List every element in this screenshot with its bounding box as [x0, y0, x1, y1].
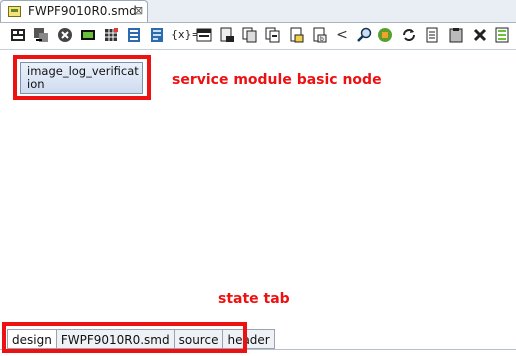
module-icon[interactable]: [80, 27, 96, 43]
doc-key-icon[interactable]: [289, 27, 305, 43]
table-icon[interactable]: [126, 27, 142, 43]
paste-icon[interactable]: [448, 27, 464, 43]
properties-icon[interactable]: [494, 27, 510, 43]
toolbar: {x}= b <: [0, 23, 516, 50]
search-icon[interactable]: [356, 27, 372, 43]
doc-out-icon[interactable]: [219, 27, 235, 43]
tab-smd[interactable]: FWPF9010R0.smd: [56, 329, 175, 349]
flow-icon[interactable]: [33, 27, 49, 43]
grid-icon[interactable]: [103, 27, 119, 43]
refresh-icon[interactable]: [377, 27, 393, 43]
new-node-icon[interactable]: [10, 27, 26, 43]
close-icon[interactable]: ⊠: [134, 4, 143, 17]
delete-icon[interactable]: [472, 27, 488, 43]
smd-file-icon: [8, 6, 21, 17]
doc-var-icon[interactable]: b: [312, 27, 328, 43]
node-label: image_log_verification: [27, 64, 139, 91]
state-tabs: design FWPF9010R0.smd source header: [7, 329, 275, 349]
stop-icon[interactable]: [57, 27, 73, 43]
doc-in-icon[interactable]: [265, 27, 281, 43]
back-icon[interactable]: <: [334, 27, 350, 43]
sync-icon[interactable]: [401, 27, 417, 43]
editor-tab-title: FWPF9010R0.smd: [28, 4, 137, 18]
bottom-divider: [0, 349, 516, 350]
doc-copy-icon[interactable]: [242, 27, 258, 43]
editor-tab-bar: FWPF9010R0.smd ⊠: [0, 0, 516, 23]
tabs-annotation: state tab: [218, 291, 290, 307]
editor-tab-smd[interactable]: FWPF9010R0.smd ⊠: [0, 0, 148, 22]
tab-design[interactable]: design: [7, 329, 57, 349]
svg-text:b: b: [320, 36, 324, 43]
service-module-node[interactable]: image_log_verification: [20, 62, 143, 94]
list-icon[interactable]: [149, 27, 165, 43]
block-icon[interactable]: [196, 27, 212, 43]
expression-icon[interactable]: {x}=: [171, 27, 201, 43]
node-annotation: service module basic node: [172, 72, 382, 88]
tab-header[interactable]: header: [223, 329, 275, 349]
document-icon[interactable]: [424, 27, 440, 43]
tab-source[interactable]: source: [174, 329, 224, 349]
